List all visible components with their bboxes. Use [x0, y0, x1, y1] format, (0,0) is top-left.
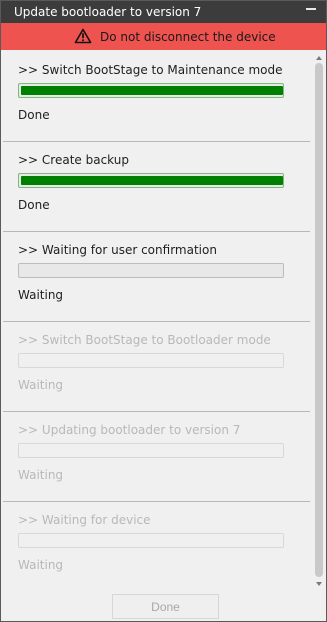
- progress-fill: [21, 86, 283, 95]
- step-title: >> Updating bootloader to version 7: [18, 423, 241, 437]
- step-progress-bar: [18, 263, 284, 278]
- step-item: >> Switch BootStage to Maintenance mode …: [3, 51, 310, 142]
- step-status: Done: [18, 108, 50, 122]
- done-button[interactable]: Done: [112, 594, 219, 619]
- window-titlebar[interactable]: Update bootloader to version 7: [1, 1, 326, 23]
- step-status: Waiting: [18, 558, 64, 572]
- update-bootloader-window: Update bootloader to version 7 Do not di…: [0, 0, 327, 622]
- step-status: Waiting: [18, 468, 64, 482]
- step-progress-bar: [18, 533, 284, 548]
- step-title: >> Switch BootStage to Maintenance mode: [18, 63, 283, 77]
- step-item: >> Switch BootStage to Bootloader mode W…: [3, 321, 310, 412]
- step-title: >> Switch BootStage to Bootloader mode: [18, 333, 271, 347]
- step-title: >> Waiting for device: [18, 513, 151, 527]
- warning-banner: Do not disconnect the device: [1, 23, 326, 50]
- step-progress-bar: [18, 443, 284, 458]
- step-status: Waiting: [18, 288, 64, 302]
- vertical-scrollbar[interactable]: [313, 51, 325, 591]
- scroll-down-icon[interactable]: [313, 578, 325, 590]
- minimize-icon[interactable]: [302, 4, 320, 20]
- step-item: >> Updating bootloader to version 7 Wait…: [3, 411, 310, 502]
- step-title: >> Create backup: [18, 153, 129, 167]
- step-item: >> Waiting for device Waiting: [3, 501, 310, 585]
- step-progress-bar: [18, 353, 284, 368]
- step-item: >> Create backup Done: [3, 141, 310, 232]
- step-item: >> Waiting for user confirmation Waiting: [3, 231, 310, 322]
- step-progress-bar: [18, 173, 284, 188]
- step-status: Done: [18, 198, 50, 212]
- scroll-thumb[interactable]: [315, 63, 323, 577]
- progress-fill: [21, 176, 283, 185]
- warning-triangle-icon: [74, 28, 92, 44]
- steps-list: >> Switch BootStage to Maintenance mode …: [3, 51, 312, 585]
- step-status: Waiting: [18, 378, 64, 392]
- window-title: Update bootloader to version 7: [14, 5, 202, 19]
- step-title: >> Waiting for user confirmation: [18, 243, 217, 257]
- step-progress-bar: [18, 83, 284, 98]
- warning-message: Do not disconnect the device: [100, 30, 276, 44]
